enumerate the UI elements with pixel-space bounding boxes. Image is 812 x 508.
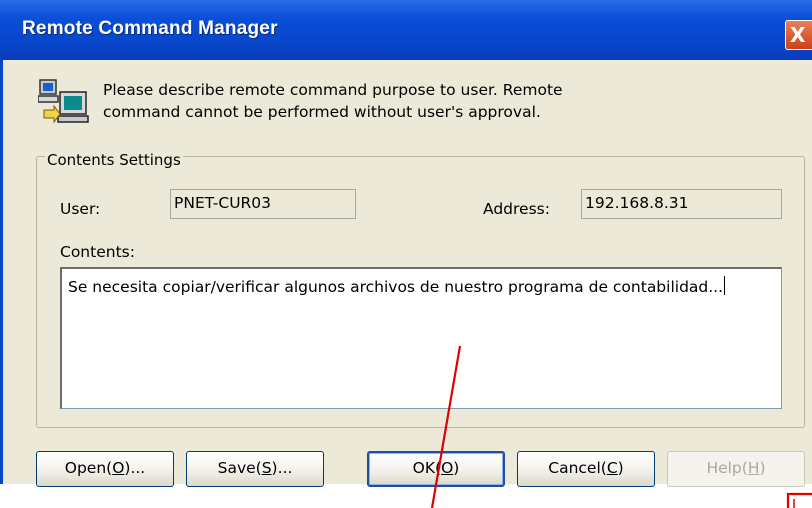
- open-button[interactable]: Open(O)...: [36, 451, 174, 487]
- close-button[interactable]: X: [785, 20, 812, 50]
- contents-text: Se necesita copiar/verificar algunos arc…: [68, 278, 724, 296]
- text-cursor: [724, 276, 726, 295]
- cancel-button[interactable]: Cancel(C): [517, 451, 655, 487]
- group-label: Contents Settings: [45, 151, 183, 169]
- user-label: User:: [60, 200, 101, 218]
- title-bar[interactable]: Remote Command Manager X: [0, 0, 812, 60]
- help-button[interactable]: Help(H): [667, 451, 805, 487]
- background-area: [0, 484, 812, 508]
- user-field: PNET-CUR03: [170, 189, 356, 219]
- contents-textarea[interactable]: Se necesita copiar/verificar algunos arc…: [60, 267, 782, 409]
- address-field: 192.168.8.31: [581, 189, 782, 219]
- close-icon: X: [790, 23, 806, 47]
- address-label: Address:: [483, 200, 550, 218]
- computer-network-icon: [38, 79, 89, 124]
- intro-line-1: Please describe remote command purpose t…: [103, 81, 563, 99]
- save-button[interactable]: Save(S)...: [186, 451, 324, 487]
- contents-label: Contents:: [60, 243, 135, 261]
- ok-button[interactable]: OK(O): [367, 451, 505, 487]
- intro-text: Please describe remote command purpose t…: [103, 79, 703, 123]
- window-title: Remote Command Manager: [22, 18, 278, 39]
- intro-line-2: command cannot be performed without user…: [103, 103, 541, 121]
